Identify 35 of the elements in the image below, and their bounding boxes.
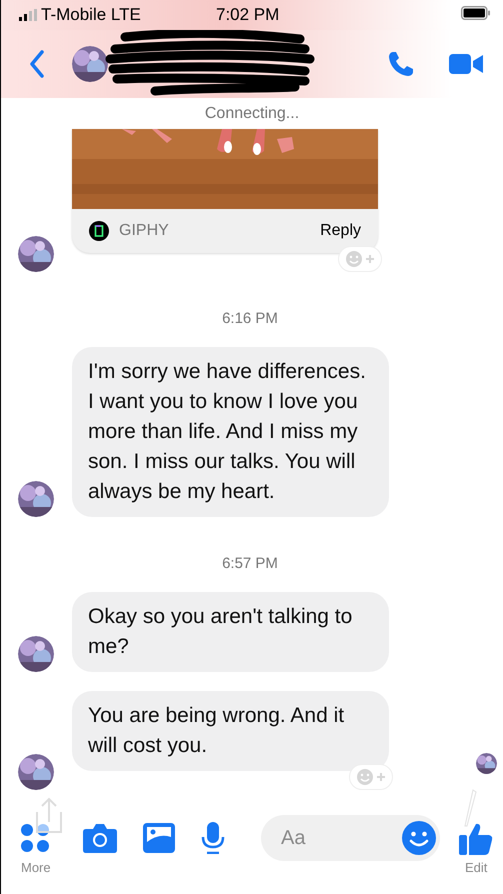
status-time: 7:02 PM: [216, 5, 280, 25]
message-bubble: You are being wrong. And it will cost you.: [72, 691, 389, 771]
message-input[interactable]: Aa: [261, 815, 440, 861]
avatar: [18, 754, 54, 790]
phone-icon[interactable]: [387, 50, 415, 78]
share-icon: [33, 796, 65, 836]
thumbs-up-icon[interactable]: [459, 821, 493, 855]
giphy-logo-icon: [89, 221, 109, 241]
timestamp: 6:16 PM: [222, 310, 278, 327]
more-label: More: [21, 860, 51, 875]
camera-icon[interactable]: [83, 823, 117, 853]
video-camera-icon[interactable]: [449, 52, 483, 76]
image-icon[interactable]: [143, 823, 175, 853]
avatar: [72, 46, 108, 82]
avatar: [18, 481, 54, 517]
microphone-icon[interactable]: [201, 822, 225, 854]
more-icon[interactable]: [19, 822, 51, 854]
message-text-input[interactable]: Aa: [281, 826, 402, 850]
message-bubble: Okay so you aren't talking to me?: [72, 592, 389, 672]
battery-icon: [461, 6, 491, 20]
timestamp: 6:57 PM: [222, 555, 278, 572]
emoji-icon[interactable]: [402, 821, 436, 855]
signal-icon: [19, 9, 37, 21]
avatar: [18, 636, 54, 672]
back-icon[interactable]: [29, 50, 45, 78]
gif-card[interactable]: GIPHY Reply: [72, 129, 378, 253]
message-bubble: I'm sorry we have differences. I want you to know I love you more than life. And I miss my son. I miss our talks. You will always be my heart.: [72, 347, 389, 517]
edit-label: Edit: [465, 860, 488, 875]
connection-status: Connecting...: [204, 104, 300, 124]
reply-button[interactable]: Reply: [320, 222, 361, 240]
avatar: [18, 236, 54, 272]
pencil-icon: [463, 788, 477, 828]
carrier-label: T-Mobile LTE: [41, 5, 141, 25]
gif-source-label: GIPHY: [119, 222, 169, 240]
avatar: [476, 753, 497, 774]
